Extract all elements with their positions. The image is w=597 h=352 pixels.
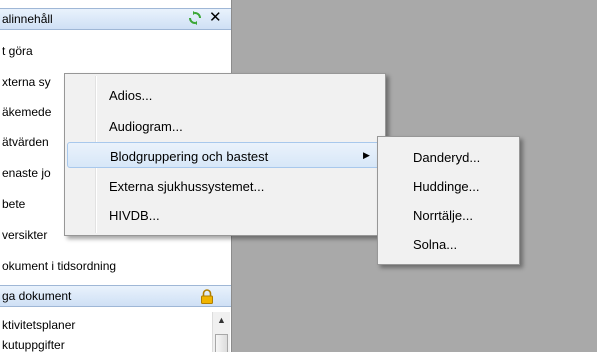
menu-item-hivdb[interactable]: HIVDB... [67,202,383,228]
nav-item-senaste-journal[interactable]: enaste jo [2,166,51,180]
nav-item-matvarden[interactable]: ätvärden [2,135,49,149]
list-item-aktivitetsplaner[interactable]: ktivitetsplaner [2,318,75,332]
close-icon[interactable]: ✕ [209,10,222,26]
menu-item-label: Adios... [109,88,153,103]
nav-item-lakemedel[interactable]: äkemede [2,105,51,119]
submenu-item-label: Solna... [413,237,458,252]
submenu-item-label: Danderyd... [413,150,481,165]
submenu-item-huddinge[interactable]: Huddinge... [380,173,517,199]
context-menu: Adios... Audiogram... Blodgruppering och… [64,73,386,236]
submenu-arrow-icon: ▶ [363,150,370,160]
submenu-item-solna[interactable]: Solna... [380,231,517,257]
nav-item-externa-system[interactable]: xterna sy [2,75,51,89]
nav-item-arbete[interactable]: bete [2,197,25,211]
menu-item-audiogram[interactable]: Audiogram... [67,113,383,139]
submenu-blodgruppering: Danderyd... Huddinge... Norrtälje... Sol… [377,136,520,265]
vertical-scrollbar[interactable]: ▲ [212,312,230,352]
menu-item-blodgruppering[interactable]: Blodgruppering och bastest ▶ [67,142,383,168]
list-item-akutuppgifter[interactable]: kutuppgifter [2,338,65,352]
section-title: ga dokument [2,289,72,303]
submenu-item-danderyd[interactable]: Danderyd... [380,144,517,170]
menu-item-label: Externa sjukhussystemet... [109,179,265,194]
menu-item-label: HIVDB... [109,208,160,223]
menu-item-externa-sjukhussystemet[interactable]: Externa sjukhussystemet... [67,173,383,199]
submenu-item-label: Huddinge... [413,179,480,194]
lock-icon [201,289,213,304]
panel-title: alinnehåll [2,12,53,26]
submenu-item-norrtalje[interactable]: Norrtälje... [380,202,517,228]
nav-item-dokument-tidsordning[interactable]: okument i tidsordning [2,259,116,273]
menu-item-adios[interactable]: Adios... [67,82,383,108]
refresh-icon[interactable] [188,11,202,25]
menu-item-label: Blodgruppering och bastest [110,149,269,164]
submenu-item-label: Norrtälje... [413,208,473,223]
menu-item-label: Audiogram... [109,119,183,134]
section-header-dokument[interactable]: ga dokument [0,285,231,307]
nav-item-oversikter[interactable]: versikter [2,228,47,242]
nav-item-att-gora[interactable]: t göra [2,44,33,58]
scroll-thumb[interactable] [215,334,228,352]
scroll-up-arrow-icon[interactable]: ▲ [213,312,230,328]
panel-header: alinnehåll ✕ [0,8,231,30]
